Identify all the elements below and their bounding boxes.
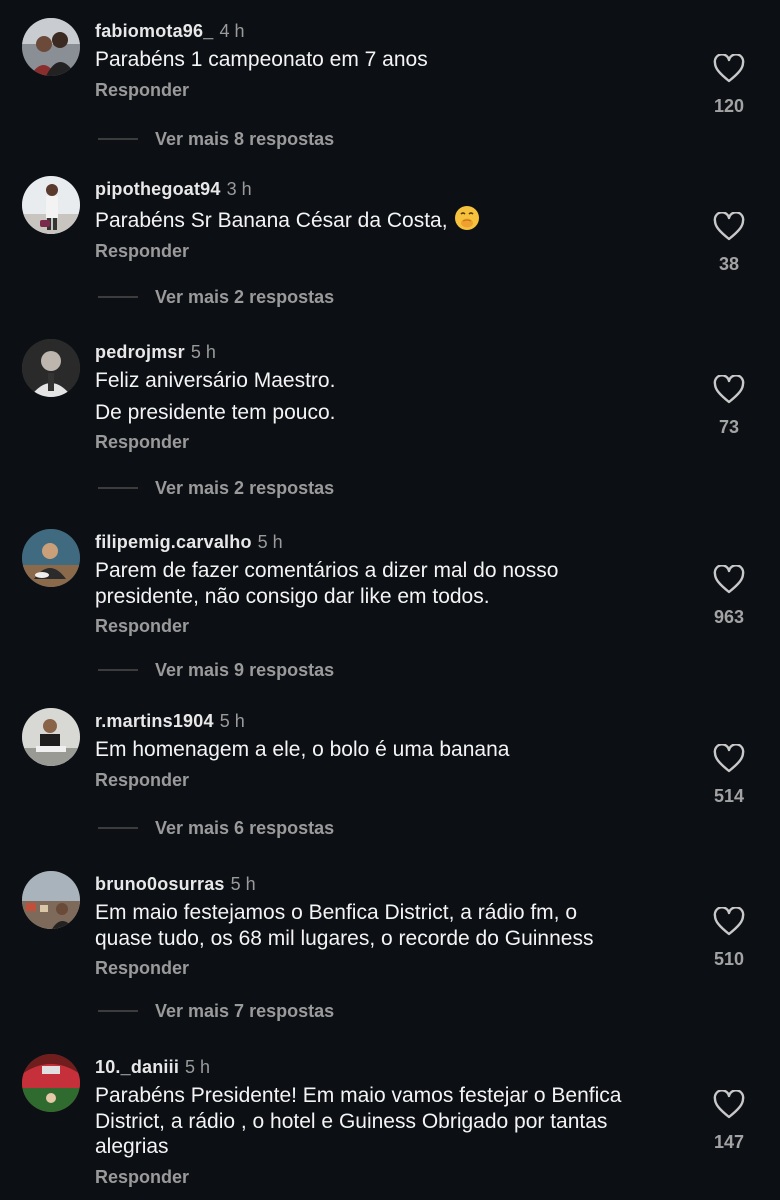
comment-body: 10._daniii 5 h Parabéns Presidente! Em ma…: [95, 1054, 685, 1188]
comment-text: Parabéns Sr Banana César da Costa,: [95, 205, 685, 234]
timestamp: 5 h: [219, 711, 245, 731]
avatar[interactable]: [22, 871, 80, 929]
like-section: 514: [700, 744, 758, 807]
like-section: 963: [700, 565, 758, 628]
username[interactable]: bruno0osurras: [95, 874, 225, 894]
comment-line: Parabéns 1 campeonato em 7 anos: [95, 48, 428, 71]
timestamp: 5 h: [185, 1057, 211, 1077]
comment-body: pipothegoat94 3 h Parabéns Sr Banana Césa…: [95, 176, 685, 262]
reply-button[interactable]: Responder: [95, 432, 189, 453]
like-section: 147: [700, 1090, 758, 1153]
comment-text: Parabéns 1 campeonato em 7 anos: [95, 47, 685, 73]
comment-line: presidente, não consigo dar like em todo…: [95, 584, 490, 608]
like-count: 963: [713, 607, 745, 627]
comment-body: pedrojmsr 5 h Feliz aniversário Maestro. …: [95, 339, 685, 453]
reply-button[interactable]: Responder: [95, 770, 189, 791]
like-count: 38: [718, 254, 740, 274]
heart-icon[interactable]: [713, 1090, 745, 1120]
like-section: 510: [700, 907, 758, 970]
avatar[interactable]: [22, 176, 80, 234]
timestamp: 5 h: [230, 874, 256, 894]
heart-icon[interactable]: [713, 744, 745, 774]
timestamp: 5 h: [257, 532, 283, 552]
comment-body: fabiomota96_ 4 h Parabéns 1 campeonato em…: [95, 18, 685, 101]
view-more-label: Ver mais 2 respostas: [155, 478, 335, 498]
comment-body: bruno0osurras 5 h Em maio festejamos o Be…: [95, 871, 685, 979]
reply-button[interactable]: Responder: [95, 616, 189, 637]
comment-line: Feliz aniversário Maestro.: [95, 369, 336, 392]
comment-line: Parabéns Sr Banana César da Costa,: [95, 205, 685, 234]
comment-text: Parabéns Presidente! Em maio vamos feste…: [95, 1083, 685, 1160]
heart-icon[interactable]: [713, 565, 745, 595]
comment-body: filipemig.carvalho 5 h Parem de fazer com…: [95, 529, 685, 637]
divider: [98, 138, 138, 140]
username[interactable]: pipothegoat94: [95, 179, 221, 199]
hand-over-mouth-emoji-icon: [454, 206, 479, 230]
view-more-label: Ver mais 2 respostas: [155, 287, 335, 307]
divider: [98, 487, 138, 489]
timestamp: 4 h: [219, 21, 245, 41]
comment-text: Parem de fazer comentários a dizer mal d…: [95, 558, 685, 609]
username[interactable]: 10._daniii: [95, 1057, 179, 1077]
comment-text: Feliz aniversário Maestro. De presidente…: [95, 368, 685, 425]
like-section: 73: [700, 375, 758, 438]
username[interactable]: pedrojmsr: [95, 342, 185, 362]
like-count: 514: [713, 786, 745, 806]
like-section: 120: [700, 54, 758, 117]
comment-text: Em maio festejamos o Benfica District, a…: [95, 900, 685, 951]
comment-line: Parabéns Presidente! Em maio vamos feste…: [95, 1084, 622, 1107]
avatar[interactable]: [22, 1054, 80, 1112]
avatar[interactable]: [22, 529, 80, 587]
heart-icon[interactable]: [713, 907, 745, 937]
comment-text: Em homenagem a ele, o bolo é uma banana: [95, 737, 685, 763]
avatar[interactable]: [22, 708, 80, 766]
like-section: 38: [700, 212, 758, 275]
comment-line-text: Parabéns Sr Banana César da Costa,: [95, 209, 448, 232]
comment-line: Em maio festejamos o Benfica District, a…: [95, 901, 578, 924]
timestamp: 3 h: [226, 179, 252, 199]
view-more-label: Ver mais 6 respostas: [155, 818, 335, 838]
like-count: 73: [718, 417, 740, 437]
avatar[interactable]: [22, 18, 80, 76]
heart-icon[interactable]: [713, 54, 745, 84]
timestamp: 5 h: [190, 342, 216, 362]
username[interactable]: r.martins1904: [95, 711, 214, 731]
username[interactable]: fabiomota96_: [95, 21, 213, 41]
reply-button[interactable]: Responder: [95, 958, 189, 979]
comment-line: Parem de fazer comentários a dizer mal d…: [95, 559, 559, 582]
view-more-label: Ver mais 7 respostas: [155, 1001, 335, 1021]
comment-line: Em homenagem a ele, o bolo é uma banana: [95, 738, 510, 761]
heart-icon[interactable]: [713, 212, 745, 242]
comment-line: District, a rádio , o hotel e Guiness Ob…: [95, 1109, 608, 1133]
view-more-label: Ver mais 9 respostas: [155, 660, 335, 680]
divider: [98, 1010, 138, 1012]
comment-line: quase tudo, os 68 mil lugares, o recorde…: [95, 926, 594, 950]
like-count: 147: [713, 1132, 745, 1152]
divider: [98, 669, 138, 671]
heart-icon[interactable]: [713, 375, 745, 405]
reply-button[interactable]: Responder: [95, 80, 189, 101]
divider: [98, 827, 138, 829]
username[interactable]: filipemig.carvalho: [95, 532, 252, 552]
view-more-label: Ver mais 8 respostas: [155, 129, 335, 149]
divider: [98, 296, 138, 298]
avatar[interactable]: [22, 339, 80, 397]
reply-button[interactable]: Responder: [95, 241, 189, 262]
like-count: 120: [713, 96, 745, 116]
comment-body: r.martins1904 5 h Em homenagem a ele, o b…: [95, 708, 685, 791]
comment-line: alegrias: [95, 1135, 169, 1158]
comment-line: De presidente tem pouco.: [95, 400, 336, 424]
like-count: 510: [713, 949, 745, 969]
reply-button[interactable]: Responder: [95, 1167, 189, 1188]
